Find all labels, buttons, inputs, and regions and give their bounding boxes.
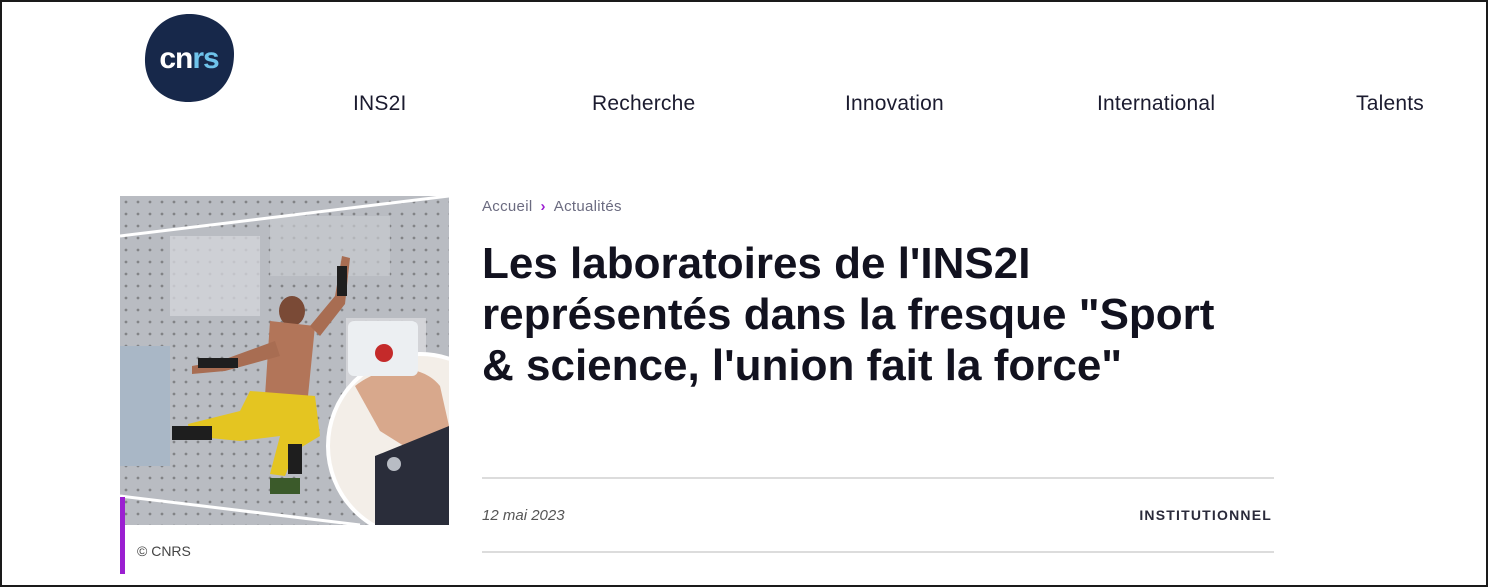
- article-title: Les laboratoires de l'INS2I représentés …: [482, 239, 1215, 390]
- meta-divider-bottom: [482, 551, 1274, 553]
- breadcrumb: Accueil › Actualités: [482, 198, 622, 215]
- logo-text-cn: cn: [159, 42, 193, 75]
- nav-item-innovation[interactable]: Innovation: [845, 92, 944, 116]
- nav-item-international[interactable]: International: [1097, 92, 1215, 116]
- breadcrumb-current-link[interactable]: Actualités: [554, 198, 622, 215]
- article-category[interactable]: INSTITUTIONNEL: [1139, 507, 1272, 523]
- cnrs-logo[interactable]: cnrs: [142, 12, 236, 104]
- breadcrumb-home-link[interactable]: Accueil: [482, 198, 532, 215]
- logo-text-rs: rs: [192, 42, 219, 75]
- chevron-right-icon: ›: [540, 198, 546, 215]
- main-nav: INS2I Recherche Innovation International…: [2, 92, 1486, 122]
- article-hero-image: [120, 196, 449, 525]
- nav-item-ins2i[interactable]: INS2I: [353, 92, 407, 116]
- image-credit: © CNRS: [137, 543, 191, 559]
- nav-item-talents[interactable]: Talents: [1356, 92, 1424, 116]
- page-frame: cnrs INS2I Recherche Innovation Internat…: [0, 0, 1488, 587]
- meta-divider-top: [482, 477, 1274, 479]
- nav-item-recherche[interactable]: Recherche: [592, 92, 695, 116]
- image-accent-bar: [120, 497, 125, 574]
- article-date: 12 mai 2023: [482, 507, 565, 524]
